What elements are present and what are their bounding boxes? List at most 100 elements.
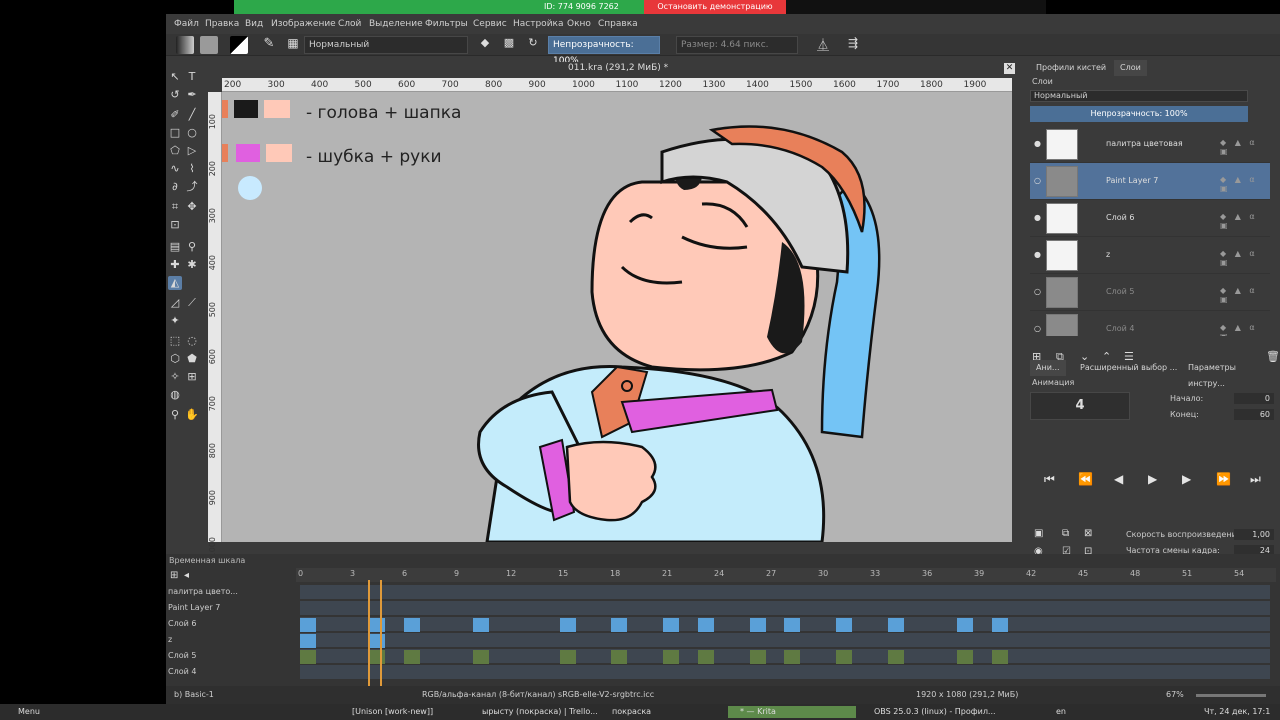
alpha-lock-icon[interactable]: ▩ <box>500 36 518 54</box>
task-obs[interactable]: OBS 25.0.3 (linux) - Профил... <box>862 706 996 718</box>
crop-tool-icon[interactable]: ⌗ <box>168 200 182 214</box>
keyframe[interactable] <box>663 618 680 632</box>
move-tool-icon[interactable]: ✥ <box>185 200 199 214</box>
polygon-select-icon[interactable]: ⬟ <box>185 352 199 366</box>
visibility-eye-icon[interactable]: ● <box>1034 213 1041 222</box>
visibility-eye-icon[interactable]: ● <box>1034 250 1041 259</box>
keyframe[interactable] <box>611 650 628 664</box>
timeline-row[interactable]: Слой 6 <box>166 616 1280 632</box>
rectangle-tool-icon[interactable]: □ <box>168 126 182 140</box>
timeline-playhead[interactable] <box>368 580 382 686</box>
canvas-horizontal-scrollbar[interactable] <box>222 542 1012 550</box>
first-frame-icon[interactable]: ⏮ <box>1044 472 1055 487</box>
keyframe[interactable] <box>611 618 628 632</box>
keyframe[interactable] <box>473 618 489 632</box>
remove-keyframe-icon[interactable]: ⊠ <box>1084 528 1092 539</box>
task-trello[interactable]: ырысту (покраска) | Trello... <box>470 706 598 718</box>
layer-row[interactable]: ○ Paint Layer 7 ◆ ▲ α ▣ <box>1030 163 1270 200</box>
timeline-row-track[interactable] <box>300 649 1270 664</box>
keyframe[interactable] <box>559 650 576 664</box>
keyframe[interactable] <box>836 618 853 632</box>
timeline-row[interactable]: z <box>166 632 1280 648</box>
calligraphy-icon[interactable]: ✒ <box>185 88 199 102</box>
zoom-tool-icon[interactable]: ⚲ <box>168 408 182 422</box>
menu-window[interactable]: Окно <box>567 19 591 29</box>
keyframe[interactable] <box>992 650 1008 664</box>
layer-lock-icons[interactable]: ◆ ▲ α ▣ <box>1220 212 1270 230</box>
keyframe[interactable] <box>559 618 576 632</box>
menu-settings[interactable]: Настройка <box>513 19 564 29</box>
keyframe[interactable] <box>749 650 766 664</box>
ellipse-select-icon[interactable]: ◌ <box>185 334 199 348</box>
zoom-slider[interactable] <box>1196 694 1266 697</box>
layer-row[interactable]: ● палитра цветовая ◆ ▲ α ▣ <box>1030 126 1270 163</box>
timeline-row[interactable]: Paint Layer 7 <box>166 600 1280 616</box>
keyframe[interactable] <box>473 650 489 664</box>
reference-tool-icon[interactable]: ✦ <box>168 314 182 328</box>
task-krita[interactable]: * — Krita <box>728 706 856 718</box>
edit-shape-icon[interactable]: ↺ <box>168 88 182 102</box>
tab-layers[interactable]: Слои <box>1114 60 1147 76</box>
menu-view[interactable]: Вид <box>245 19 263 29</box>
menu-image[interactable]: Изображение <box>271 19 336 29</box>
tab-animation[interactable]: Ани... <box>1030 360 1066 376</box>
measure-tool-icon[interactable]: ◿ <box>168 296 182 310</box>
polygon-tool-icon[interactable]: ⬠ <box>168 144 182 158</box>
timeline-add-icon[interactable]: ⊞ <box>170 570 178 581</box>
menu-layer[interactable]: Слой <box>338 19 361 29</box>
polyline-tool-icon[interactable]: ▷ <box>185 144 199 158</box>
keyframe[interactable] <box>300 650 316 664</box>
layer-row[interactable]: ● Слой 6 ◆ ▲ α ▣ <box>1030 200 1270 237</box>
layer-row[interactable]: ○ Слой 4 ◆ ▲ α ▣ <box>1030 311 1270 336</box>
reload-icon[interactable]: ↻ <box>524 36 542 54</box>
next-keyframe-icon[interactable]: ⏩ <box>1216 472 1231 486</box>
tab-tool-options[interactable]: Параметры инстру... <box>1182 360 1280 388</box>
keyframe[interactable] <box>888 650 905 664</box>
keyframe[interactable] <box>697 618 714 632</box>
timeline-row[interactable]: палитра цвето... <box>166 584 1280 600</box>
task-pokraska[interactable]: покраска <box>600 706 651 718</box>
duplicate-keyframe-icon[interactable]: ⧉ <box>1062 528 1069 539</box>
menu-select[interactable]: Выделение <box>369 19 423 29</box>
line-tool-icon[interactable]: ╱ <box>185 108 199 122</box>
pattern-button[interactable] <box>200 36 218 54</box>
timeline-frame-ruler[interactable]: 0 3 6 9 12 15 18 21 24 27 30 33 36 39 42 45 48 51 54 <box>296 568 1276 582</box>
layer-lock-icons[interactable]: ◆ ▲ α ▣ <box>1220 138 1270 156</box>
task-unison[interactable]: [Unison [work-new]] <box>340 706 433 718</box>
brush-tool-icon[interactable]: ✐ <box>168 108 182 122</box>
keyframe[interactable] <box>403 650 420 664</box>
keyframe[interactable] <box>784 650 801 664</box>
layer-opacity-slider[interactable]: Непрозрачность: 100% <box>1030 106 1248 122</box>
bezier-tool-icon[interactable]: ∿ <box>168 162 182 176</box>
add-keyframe-icon[interactable]: ▣ <box>1034 528 1043 539</box>
prev-frame-icon[interactable]: ◀ <box>1114 472 1123 486</box>
layer-lock-icons[interactable]: ◆ ▲ α ▣ <box>1220 286 1270 304</box>
smart-patch-icon[interactable]: ✚ <box>168 258 182 272</box>
color-swap-icon[interactable] <box>230 36 248 54</box>
mirror-v-icon[interactable]: ⇶ <box>844 36 862 54</box>
stop-demo-button[interactable]: Остановить демонстрацию <box>644 0 786 14</box>
transform-tool-icon[interactable]: ⊡ <box>168 218 182 232</box>
menu-filters[interactable]: Фильтры <box>425 19 468 29</box>
keyframe[interactable] <box>836 650 853 664</box>
start-menu-button[interactable]: Menu <box>6 706 40 718</box>
prev-keyframe-icon[interactable]: ⏪ <box>1078 472 1093 486</box>
mirror-h-icon[interactable]: ⏅ <box>814 36 832 54</box>
tab-brush-presets[interactable]: Профили кистей <box>1030 60 1112 76</box>
layer-lock-icons[interactable]: ◆ ▲ α ▣ <box>1220 323 1270 336</box>
timeline-row[interactable]: Слой 5 <box>166 648 1280 664</box>
gradient-tool-icon[interactable]: ▤ <box>168 240 182 254</box>
bezier-select-icon[interactable]: ◍ <box>168 388 182 402</box>
layer-row[interactable]: ● z ◆ ▲ α ▣ <box>1030 237 1270 274</box>
timeline-row-track[interactable] <box>300 665 1270 679</box>
multibrush-icon[interactable]: ✱ <box>185 258 199 272</box>
assistant-tool-icon[interactable]: ⟋ <box>185 296 199 310</box>
gradient-button[interactable] <box>176 36 194 54</box>
layer-blend-select[interactable]: Нормальный <box>1030 90 1248 102</box>
similar-select-icon[interactable]: ⊞ <box>185 370 199 384</box>
keyframe[interactable] <box>784 618 801 632</box>
ellipse-tool-icon[interactable]: ○ <box>185 126 199 140</box>
dynamic-brush-icon[interactable]: ⤴ <box>185 180 199 194</box>
playback-speed-field[interactable]: 1,00 <box>1234 529 1274 540</box>
start-field[interactable]: 0 <box>1234 393 1274 404</box>
